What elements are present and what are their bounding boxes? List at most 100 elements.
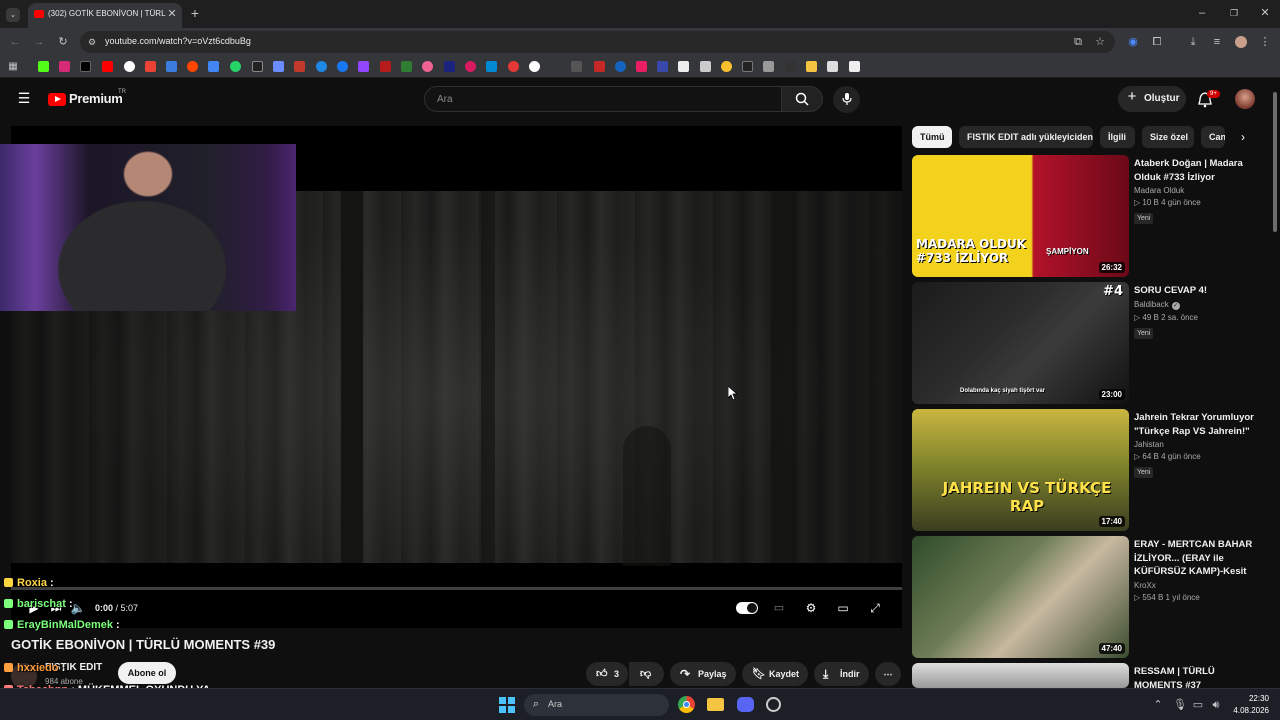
bookmark-icon[interactable] xyxy=(657,61,668,72)
download-icon[interactable]: ⤓ xyxy=(1186,36,1200,48)
reading-list-icon[interactable]: ≡ xyxy=(1210,36,1224,48)
back-icon[interactable]: ← xyxy=(8,36,22,48)
search-button[interactable] xyxy=(781,86,823,112)
clock-date[interactable]: 4.08.2026 xyxy=(1229,706,1269,715)
site-info-icon[interactable]: ⚙ xyxy=(86,36,98,48)
autoplay-toggle[interactable] xyxy=(736,602,758,614)
subscribe-button[interactable]: Abone ol xyxy=(118,662,176,684)
app-icon[interactable] xyxy=(766,697,781,712)
tray-overflow-icon[interactable]: ⌃ xyxy=(1152,699,1164,711)
install-app-icon[interactable]: ⧉ xyxy=(1071,36,1085,48)
discord-icon[interactable] xyxy=(737,697,754,712)
recommendation-title[interactable]: Jahrein Tekrar Yorumluyor "Türkçe Rap VS… xyxy=(1134,411,1264,438)
more-actions-button[interactable]: ⋯ xyxy=(875,662,901,686)
tab-search-icon[interactable]: ⌄ xyxy=(6,8,20,22)
chips-next-icon[interactable]: › xyxy=(1236,131,1250,143)
extensions-puzzle-icon[interactable]: ⧠ xyxy=(1150,36,1164,48)
bookmark-icon[interactable] xyxy=(849,61,860,72)
bookmark-youtube-icon[interactable] xyxy=(102,61,113,72)
close-window-icon[interactable]: ✕ xyxy=(1259,7,1271,19)
clock-time[interactable]: 22:30 xyxy=(1239,694,1269,703)
save-button[interactable]: 🔖︎ Kaydet xyxy=(742,662,808,686)
bookmark-icon[interactable] xyxy=(721,61,732,72)
recommendation-info[interactable]: Jahrein Tekrar Yorumluyor "Türkçe Rap VS… xyxy=(1134,411,1264,479)
download-button[interactable]: ⤓ İndir xyxy=(814,662,869,686)
bookmark-google-icon[interactable] xyxy=(124,61,135,72)
bookmark-icon[interactable] xyxy=(615,61,626,72)
filter-chip[interactable]: Tümü xyxy=(912,126,952,148)
recommendation-title[interactable]: SORU CEVAP 4! xyxy=(1134,284,1264,298)
filter-chip[interactable]: İlgili xyxy=(1100,126,1135,148)
bookmark-icon[interactable] xyxy=(444,61,455,72)
like-button[interactable]: 👍︎ 3 xyxy=(586,662,628,686)
forward-icon[interactable]: → xyxy=(32,36,46,48)
bookmark-translate-icon[interactable] xyxy=(208,61,219,72)
bookmark-icon[interactable] xyxy=(252,61,263,72)
recommendation-title[interactable]: ERAY - MERTCAN BAHAR İZLİYOR... (ERAY il… xyxy=(1134,538,1264,579)
reload-icon[interactable]: ↻ xyxy=(56,36,70,48)
bookmark-icon[interactable] xyxy=(422,61,433,72)
recommendation-info[interactable]: Ataberk Doğan | Madara Olduk #733 İzliyo… xyxy=(1134,157,1264,225)
user-avatar[interactable] xyxy=(1235,89,1255,109)
bookmark-icon[interactable] xyxy=(742,61,753,72)
recommendation-thumbnail[interactable]: JAHREIN VS TÜRKÇE RAP 17:40 xyxy=(912,409,1129,531)
chrome-taskbar-icon[interactable] xyxy=(678,696,695,713)
bookmark-icon[interactable] xyxy=(486,61,497,72)
recommendation-info[interactable]: SORU CEVAP 4! Baldiback ✓ ▷ 49 B 2 sa. önce… xyxy=(1134,284,1264,340)
bookmark-icon[interactable] xyxy=(316,61,327,72)
browser-tab[interactable]: (302) GOTİK EBONİVON | TÜRLÜ ✕ xyxy=(28,3,182,28)
bookmark-icon[interactable] xyxy=(785,61,796,72)
recommendation-thumbnail[interactable]: MADARA OLDUK #733 İZLİYOR ŞAMPİYON 26:32 xyxy=(912,155,1129,277)
recommendation-channel[interactable]: Baldiback ✓ xyxy=(1134,300,1264,310)
settings-gear-icon[interactable]: ⚙ xyxy=(802,599,820,617)
tray-mic-icon[interactable]: 🎙︎ xyxy=(1173,699,1187,711)
recommendation-thumbnail[interactable] xyxy=(912,663,1129,688)
fullscreen-icon[interactable]: ⤢ xyxy=(866,599,884,617)
recommendation-info[interactable]: ERAY - MERTCAN BAHAR İZLİYOR... (ERAY il… xyxy=(1134,538,1264,602)
recommendation-channel[interactable]: KroXx xyxy=(1134,581,1264,590)
file-explorer-icon[interactable] xyxy=(707,698,724,711)
bookmark-kick-icon[interactable] xyxy=(38,61,49,72)
extension-icon[interactable]: ◉ xyxy=(1126,36,1140,48)
create-button[interactable]: + Oluştur xyxy=(1118,86,1186,112)
recommendation-channel[interactable]: Madara Olduk xyxy=(1134,186,1264,195)
bookmark-icon[interactable] xyxy=(294,61,305,72)
bookmark-icon[interactable] xyxy=(678,61,689,72)
bookmark-whatsapp-icon[interactable] xyxy=(230,61,241,72)
bookmark-icon[interactable] xyxy=(380,61,391,72)
new-tab-icon[interactable]: + xyxy=(188,6,202,20)
bookmark-icon[interactable] xyxy=(700,61,711,72)
windows-start-icon[interactable] xyxy=(499,697,515,713)
share-button[interactable]: ↷ Paylaş xyxy=(670,662,736,686)
progress-bar[interactable] xyxy=(11,587,902,590)
network-icon[interactable]: ▭ xyxy=(1192,699,1204,711)
filter-chip[interactable]: Cant xyxy=(1201,126,1225,148)
bookmark-icon[interactable] xyxy=(273,61,284,72)
bookmark-icon[interactable] xyxy=(465,61,476,72)
bookmark-icon[interactable] xyxy=(594,61,605,72)
search-input[interactable]: Ara xyxy=(424,86,782,112)
filter-chip[interactable]: Size özel xyxy=(1142,126,1194,148)
taskbar-search[interactable]: ⌕ Ara xyxy=(524,694,669,716)
bookmark-icon[interactable] xyxy=(763,61,774,72)
page-scrollbar[interactable] xyxy=(1270,78,1280,688)
bookmark-icon[interactable] xyxy=(827,61,838,72)
bookmark-folder-icon[interactable] xyxy=(806,61,817,72)
bookmark-icon[interactable] xyxy=(166,61,177,72)
voice-search-button[interactable] xyxy=(833,86,860,113)
bookmark-x-icon[interactable] xyxy=(80,61,91,72)
recommendation-channel[interactable]: Jahistan xyxy=(1134,440,1264,449)
youtube-logo[interactable]: Premium TR xyxy=(0,78,130,122)
theater-mode-icon[interactable]: ▭ xyxy=(834,599,852,617)
bookmark-facebook-icon[interactable] xyxy=(337,61,348,72)
filter-chip[interactable]: FISTIK EDIT adlı yükleyiciden xyxy=(959,126,1093,148)
bookmark-reddit-icon[interactable] xyxy=(187,61,198,72)
bookmark-icon[interactable] xyxy=(401,61,412,72)
profile-avatar-icon[interactable] xyxy=(1235,36,1247,48)
bookmark-icon[interactable] xyxy=(636,61,647,72)
recommendation-title[interactable]: Ataberk Doğan | Madara Olduk #733 İzliyo… xyxy=(1134,157,1264,184)
browser-menu-icon[interactable]: ⋮ xyxy=(1259,36,1271,48)
volume-icon[interactable]: 🔊︎ xyxy=(1210,699,1222,711)
bookmark-icon[interactable] xyxy=(571,61,582,72)
maximize-icon[interactable]: ❐ xyxy=(1228,7,1240,19)
